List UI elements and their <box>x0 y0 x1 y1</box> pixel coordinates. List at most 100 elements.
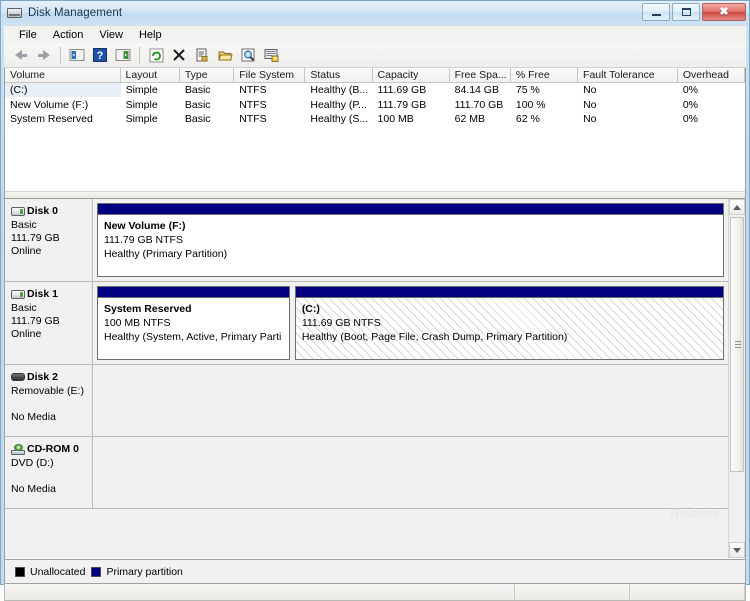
window-title: Disk Management <box>28 7 123 19</box>
volume-cell-type: Basic <box>184 98 211 111</box>
disk-row[interactable]: Disk 2 Removable (E:) No Media <box>5 365 728 437</box>
volume-cell-status: Healthy (P... <box>310 98 367 111</box>
rescan-disks-icon[interactable] <box>260 45 282 66</box>
volume-cell-layout: Simple <box>125 98 158 111</box>
disk-status-label: Online <box>11 328 42 340</box>
help-icon[interactable]: ? <box>89 45 111 66</box>
volume-cell-type: Basic <box>184 113 211 126</box>
close-button[interactable]: ✖ <box>702 3 746 21</box>
volume-cell-status: Healthy (B... <box>310 84 369 97</box>
volume-row[interactable]: (C:) Simple Basic NTFS Healthy (B... 111.69 G… <box>5 83 745 98</box>
volume-cell-capacity: 100 MB <box>377 113 414 126</box>
maximize-button[interactable] <box>672 3 700 21</box>
minimize-button[interactable] <box>642 3 670 21</box>
partition-details[interactable]: (C:) 111.69 GB NTFS Healthy (Boot, Page Fi… <box>294 297 724 360</box>
volume-label: (C:) <box>10 84 28 97</box>
volume-row[interactable]: System Reserved Simple Basic NTFS Healthy (S… <box>5 112 745 127</box>
partition[interactable]: (C:) 111.69 GB NTFS Healthy (Boot, Page Fi… <box>294 286 724 360</box>
column-header-free-spa[interactable]: Free Spa... <box>450 68 511 82</box>
column-header-fault-tolerance[interactable]: Fault Tolerance <box>578 68 678 82</box>
removable-disk-icon <box>11 373 25 381</box>
legend-swatch-unallocated <box>15 566 25 577</box>
disk-empty-area[interactable] <box>93 437 728 508</box>
title-bar[interactable]: Disk Management ✖ <box>1 1 749 25</box>
column-header-file-system[interactable]: File System <box>234 68 306 82</box>
disk-empty-area[interactable] <box>93 365 728 436</box>
disk-row[interactable]: CD-ROM 0 DVD (D:) No Media <box>5 437 728 509</box>
disk-status-label: No Media <box>11 411 56 423</box>
partition-details[interactable]: New Volume (F:) 111.79 GB NTFS Healthy (Pr… <box>97 214 724 277</box>
partition-size: 111.69 GB NTFS <box>301 317 381 329</box>
column-header-overhead[interactable]: Overhead <box>678 68 745 82</box>
volume-cell-capacity: 111.79 GB <box>377 98 427 111</box>
disk-info-panel[interactable]: Disk 2 Removable (E:) No Media <box>5 365 93 436</box>
disk-info-panel[interactable]: CD-ROM 0 DVD (D:) No Media <box>5 437 93 508</box>
volume-cell-overhead: 0% <box>682 98 699 111</box>
partition[interactable]: New Volume (F:) 111.79 GB NTFS Healthy (Pr… <box>97 203 724 277</box>
disk-type-label: Basic <box>11 302 37 314</box>
partition[interactable]: System Reserved 100 MB NTFS Healthy (Syste… <box>97 286 290 360</box>
partition-status: Healthy (Boot, Page File, Crash Dump, Pr… <box>301 331 568 343</box>
disk-info-panel[interactable]: Disk 0 Basic 111.79 GB Online <box>5 199 93 281</box>
disk-row[interactable]: Disk 0 Basic 111.79 GB Online New Volume (F:… <box>5 199 728 282</box>
disk-size-label: 111.79 GB <box>11 232 60 244</box>
show-hide-console-tree-icon[interactable] <box>112 45 134 66</box>
volume-cell-free-space: 84.14 GB <box>454 84 499 97</box>
column-header-capacity[interactable]: Capacity <box>373 68 450 82</box>
disk-type-label: Removable (E:) <box>11 385 84 397</box>
menu-bar: File Action View Help <box>4 25 746 43</box>
cd-rom-icon <box>11 443 25 455</box>
toolbar: ? <box>4 43 746 68</box>
svg-text:?: ? <box>97 50 104 62</box>
disk-type-label: DVD (D:) <box>11 457 54 469</box>
menu-view[interactable]: View <box>91 28 131 42</box>
disk-row[interactable]: Disk 1 Basic 111.79 GB Online System Reserve… <box>5 282 728 365</box>
column-header-volume[interactable]: Volume <box>5 68 121 82</box>
properties-icon[interactable] <box>191 45 213 66</box>
volume-cell-percent-free: 100 % <box>515 98 546 111</box>
disk-name-label: Disk 2 <box>27 371 58 383</box>
volume-cell-fault-tolerance: No <box>583 113 597 126</box>
toolbar-separator-2 <box>139 46 140 64</box>
disk-name-label: CD-ROM 0 <box>27 443 79 455</box>
pane-splitter[interactable] <box>5 191 745 199</box>
scroll-up-button[interactable] <box>729 199 745 215</box>
graphical-view-scrollbar[interactable] <box>728 199 745 558</box>
volume-cell-file-system: NTFS <box>239 113 267 126</box>
partition-type-bar <box>97 203 724 214</box>
back-icon[interactable] <box>10 45 32 66</box>
partition-status: Healthy (System, Active, Primary Parti <box>104 331 282 343</box>
column-header-type[interactable]: Type <box>180 68 235 82</box>
menu-action[interactable]: Action <box>45 28 92 42</box>
disk-type-label: Basic <box>11 219 37 231</box>
explore-icon[interactable] <box>237 45 259 66</box>
column-header-status[interactable]: Status <box>305 68 373 82</box>
disk-name-row: Disk 1 <box>11 288 92 300</box>
partition-type-bar <box>294 286 724 297</box>
column-header--free[interactable]: % Free <box>511 68 579 82</box>
menu-help[interactable]: Help <box>131 28 170 42</box>
menu-file[interactable]: File <box>11 28 45 42</box>
status-pane-a <box>515 584 630 600</box>
status-pane-b <box>630 584 745 600</box>
volume-cell-file-system: NTFS <box>239 84 267 97</box>
partition-title: System Reserved <box>104 303 192 315</box>
volume-cell-layout: Simple <box>125 84 158 97</box>
refresh-icon[interactable] <box>145 45 167 66</box>
legend-item-unallocated: Unallocated <box>15 566 85 578</box>
up-one-level-icon[interactable] <box>66 45 88 66</box>
status-bar <box>4 584 746 601</box>
partition-details[interactable]: System Reserved 100 MB NTFS Healthy (Syste… <box>97 297 290 360</box>
volume-cell-free-space: 111.70 GB <box>454 98 504 111</box>
open-folder-icon[interactable] <box>214 45 236 66</box>
volume-cell-overhead: 0% <box>682 113 699 126</box>
volume-row[interactable]: New Volume (F:) Simple Basic NTFS Healthy (P… <box>5 98 745 113</box>
scroll-down-button[interactable] <box>729 542 745 558</box>
scrollbar-thumb[interactable] <box>730 217 744 472</box>
delete-icon[interactable] <box>168 45 190 66</box>
disk-info-panel[interactable]: Disk 1 Basic 111.79 GB Online <box>5 282 93 364</box>
forward-icon[interactable] <box>33 45 55 66</box>
disk-name-row: Disk 0 <box>11 205 92 217</box>
column-header-layout[interactable]: Layout <box>121 68 180 82</box>
disk-partition-area: New Volume (F:) 111.79 GB NTFS Healthy (Pr… <box>93 199 728 281</box>
